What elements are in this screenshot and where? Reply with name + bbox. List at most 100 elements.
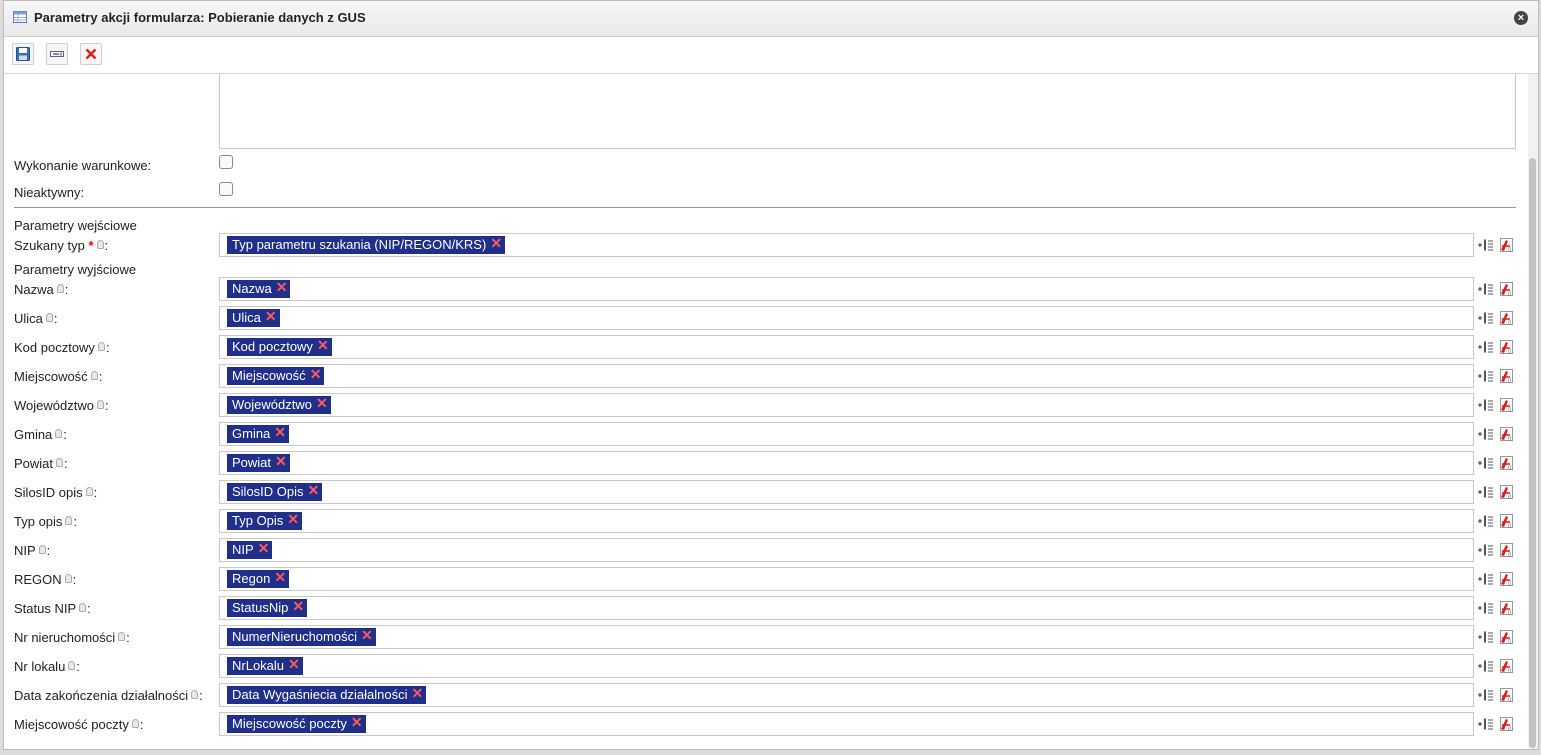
hint-bulb-icon[interactable] [55, 429, 63, 438]
remove-tag-icon[interactable]: ✕ [351, 715, 363, 729]
expression-editor-icon[interactable]: () [1498, 513, 1514, 529]
hint-bulb-icon[interactable] [96, 400, 104, 409]
scrollbar-thumb[interactable] [1529, 158, 1536, 748]
add-from-list-icon[interactable] [1478, 659, 1494, 673]
remove-tag-icon[interactable]: ✕ [258, 541, 270, 555]
param-field-wojewodztwo[interactable]: Województwo ✕ [219, 393, 1474, 417]
expression-editor-icon[interactable]: () [1498, 310, 1514, 326]
hint-bulb-icon[interactable] [118, 632, 126, 641]
hint-bulb-icon[interactable] [90, 371, 98, 380]
hint-bulb-icon[interactable] [45, 313, 53, 322]
inactive-checkbox[interactable] [219, 182, 233, 196]
conditional-execution-checkbox[interactable] [219, 155, 233, 169]
param-field-nr-lokalu[interactable]: NrLokalu ✕ [219, 654, 1474, 678]
expression-editor-icon[interactable]: () [1498, 600, 1514, 616]
remove-tag-icon[interactable]: ✕ [287, 512, 299, 526]
param-field-miejscowosc-poczty[interactable]: Miejscowość poczty ✕ [219, 712, 1474, 736]
vertical-scrollbar[interactable] [1528, 74, 1538, 749]
hint-bulb-icon[interactable] [131, 719, 139, 728]
add-from-list-icon[interactable] [1478, 543, 1494, 557]
expression-editor-icon[interactable]: () [1498, 658, 1514, 674]
param-field-data-zakonczenia-dzia-alnosci[interactable]: Data Wygaśniecia działalności ✕ [219, 683, 1474, 707]
param-field-nazwa[interactable]: Nazwa ✕ [219, 277, 1474, 301]
expression-editor-icon[interactable]: () [1498, 339, 1514, 355]
expression-editor-icon[interactable]: () [1498, 237, 1514, 253]
remove-tag-icon[interactable]: ✕ [361, 628, 373, 642]
text-field-icon [50, 51, 64, 57]
param-field-ulica[interactable]: Ulica ✕ [219, 306, 1474, 330]
remove-tag-icon[interactable]: ✕ [308, 483, 320, 497]
add-from-list-icon[interactable] [1478, 340, 1494, 354]
add-from-list-icon[interactable] [1478, 456, 1494, 470]
remove-tag-icon[interactable]: ✕ [265, 309, 277, 323]
expression-editor-icon[interactable]: () [1498, 716, 1514, 732]
remove-tag-icon[interactable]: ✕ [274, 570, 286, 584]
description-textarea[interactable] [219, 74, 1516, 149]
add-from-list-icon[interactable] [1478, 601, 1494, 615]
param-field-miejscowosc[interactable]: Miejscowość ✕ [219, 364, 1474, 388]
tag-text: Miejscowość [232, 368, 306, 383]
hint-bulb-icon[interactable] [85, 487, 93, 496]
param-field-gmina[interactable]: Gmina ✕ [219, 422, 1474, 446]
add-from-list-icon[interactable] [1478, 427, 1494, 441]
hint-bulb-icon[interactable] [64, 574, 72, 583]
add-from-list-icon[interactable] [1478, 688, 1494, 702]
param-field-nr-nieruchomosci[interactable]: NumerNieruchomości ✕ [219, 625, 1474, 649]
hint-bulb-icon[interactable] [65, 516, 73, 525]
text-field-button[interactable] [46, 43, 68, 65]
expression-editor-icon[interactable]: () [1498, 281, 1514, 297]
hint-bulb-icon[interactable] [56, 284, 64, 293]
add-from-list-icon[interactable] [1478, 369, 1494, 383]
hint-bulb-icon[interactable] [38, 545, 46, 554]
add-from-list-icon[interactable] [1478, 238, 1494, 252]
param-field-nip[interactable]: NIP ✕ [219, 538, 1474, 562]
param-value-tag: Województwo ✕ [227, 396, 331, 414]
remove-tag-icon[interactable]: ✕ [411, 686, 423, 700]
param-field-status-nip[interactable]: StatusNip ✕ [219, 596, 1474, 620]
add-from-list-icon[interactable] [1478, 282, 1494, 296]
param-label-text: Data zakończenia działalności [14, 688, 189, 703]
hint-bulb-icon[interactable] [56, 458, 64, 467]
add-from-list-icon[interactable] [1478, 630, 1494, 644]
expression-editor-icon[interactable]: () [1498, 455, 1514, 471]
add-from-list-icon[interactable] [1478, 572, 1494, 586]
svg-text:(): () [1508, 552, 1512, 558]
remove-tag-icon[interactable]: ✕ [274, 425, 286, 439]
expression-editor-icon[interactable]: () [1498, 426, 1514, 442]
expression-editor-icon[interactable]: () [1498, 629, 1514, 645]
add-from-list-icon[interactable] [1478, 514, 1494, 528]
hint-bulb-icon[interactable] [96, 240, 104, 249]
param-field-typ-opis[interactable]: Typ Opis ✕ [219, 509, 1474, 533]
remove-tag-icon[interactable]: ✕ [490, 236, 502, 250]
hint-bulb-icon[interactable] [68, 661, 76, 670]
add-from-list-icon[interactable] [1478, 398, 1494, 412]
expression-editor-icon[interactable]: () [1498, 397, 1514, 413]
remove-tag-icon[interactable]: ✕ [276, 280, 288, 294]
remove-tag-icon[interactable]: ✕ [316, 396, 328, 410]
expression-editor-icon[interactable]: () [1498, 542, 1514, 558]
remove-tag-icon[interactable]: ✕ [275, 454, 287, 468]
param-field-powiat[interactable]: Powiat ✕ [219, 451, 1474, 475]
param-field-silosid-opis[interactable]: SilosID Opis ✕ [219, 480, 1474, 504]
hint-bulb-icon[interactable] [97, 342, 105, 351]
hint-bulb-icon[interactable] [79, 603, 87, 612]
add-from-list-icon[interactable] [1478, 717, 1494, 731]
param-field-szukany-typ[interactable]: Typ parametru szukania (NIP/REGON/KRS) ✕ [219, 233, 1474, 257]
expression-editor-icon[interactable]: () [1498, 368, 1514, 384]
remove-tag-icon[interactable]: ✕ [292, 599, 304, 613]
add-from-list-icon[interactable] [1478, 311, 1494, 325]
add-from-list-icon[interactable] [1478, 485, 1494, 499]
remove-tag-icon[interactable]: ✕ [317, 338, 329, 352]
expression-editor-icon[interactable]: () [1498, 484, 1514, 500]
hint-bulb-icon[interactable] [191, 690, 199, 699]
delete-button[interactable] [80, 43, 102, 65]
remove-tag-icon[interactable]: ✕ [288, 657, 300, 671]
remove-tag-icon[interactable]: ✕ [310, 367, 322, 381]
save-button[interactable] [12, 43, 34, 65]
param-field-kod-pocztowy[interactable]: Kod pocztowy ✕ [219, 335, 1474, 359]
expression-editor-icon[interactable]: () [1498, 687, 1514, 703]
close-icon[interactable]: × [1514, 11, 1528, 25]
param-field-regon[interactable]: Regon ✕ [219, 567, 1474, 591]
tag-text: Gmina [232, 426, 271, 441]
expression-editor-icon[interactable]: () [1498, 571, 1514, 587]
